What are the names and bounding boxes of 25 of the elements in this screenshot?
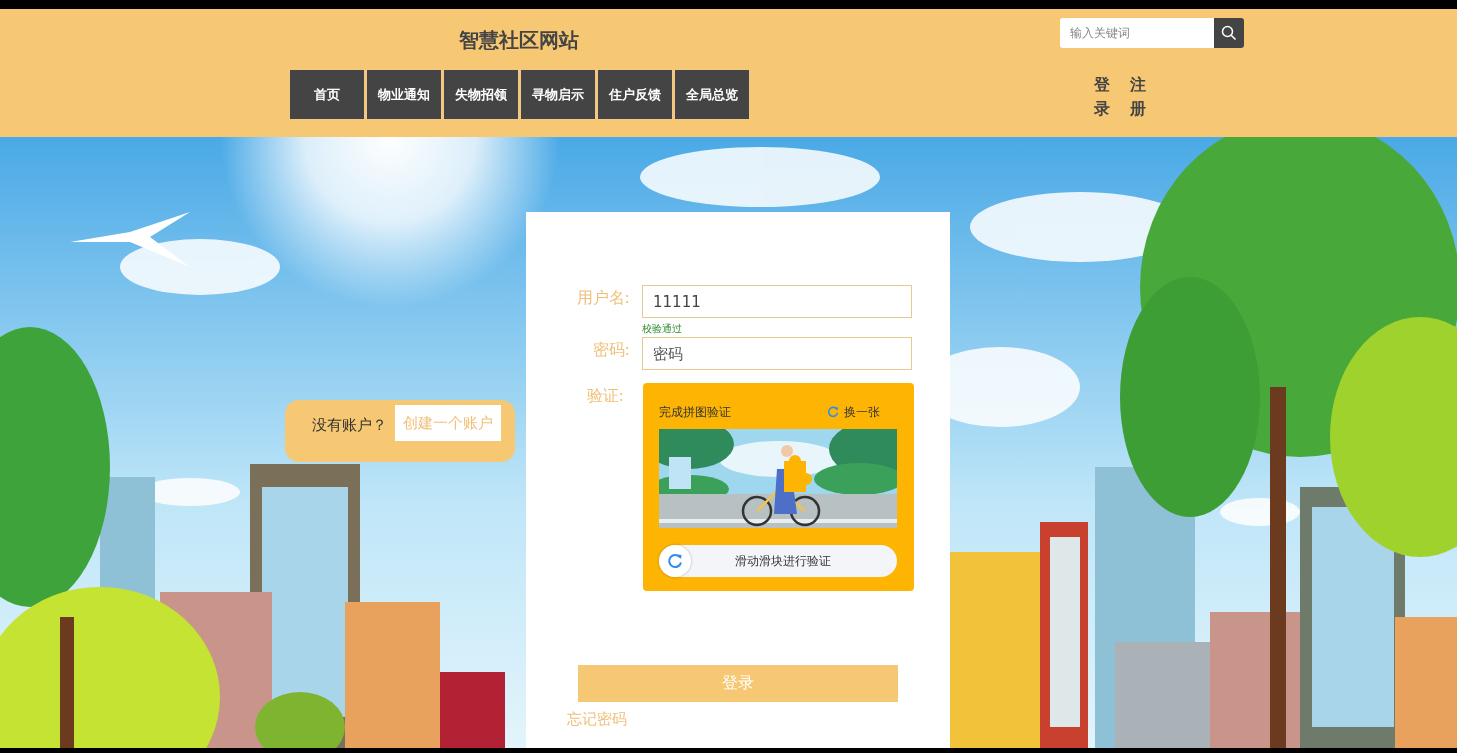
refresh-icon	[667, 553, 683, 569]
captcha-title: 完成拼图验证	[659, 403, 731, 421]
nav-tab[interactable]: 全局总览	[673, 69, 750, 120]
signup-prompt: 没有账户？	[312, 416, 387, 435]
captcha-label: 验证:	[586, 385, 624, 407]
nav-tab[interactable]: 失物招领	[442, 69, 519, 120]
nav-tab[interactable]: 寻物启示	[519, 69, 596, 120]
refresh-icon	[827, 406, 839, 418]
refresh-link[interactable]: 换一张	[827, 403, 880, 421]
nav-tab[interactable]: 首页	[288, 69, 365, 120]
field-label: 用户名:	[576, 287, 630, 309]
input-field[interactable]: 11111	[642, 285, 912, 318]
slider-instruction: 滑动滑块进行验证	[735, 552, 831, 570]
search-icon	[1221, 25, 1237, 41]
register-link[interactable]: 注册	[1130, 73, 1146, 121]
search-field[interactable]: 输入关键词	[1060, 18, 1214, 48]
slider-handle[interactable]	[659, 545, 691, 577]
site-title: 智慧社区网站	[459, 27, 579, 54]
nav-tab[interactable]: 物业通知	[365, 69, 442, 120]
input-field[interactable]: 密码	[642, 337, 912, 370]
field-label: 密码:	[592, 339, 630, 361]
nav-tab[interactable]: 住户反馈	[596, 69, 673, 120]
search-button[interactable]	[1214, 18, 1244, 48]
login-link[interactable]: 登录	[1094, 73, 1110, 121]
validation-message: 校验通过	[642, 322, 682, 336]
